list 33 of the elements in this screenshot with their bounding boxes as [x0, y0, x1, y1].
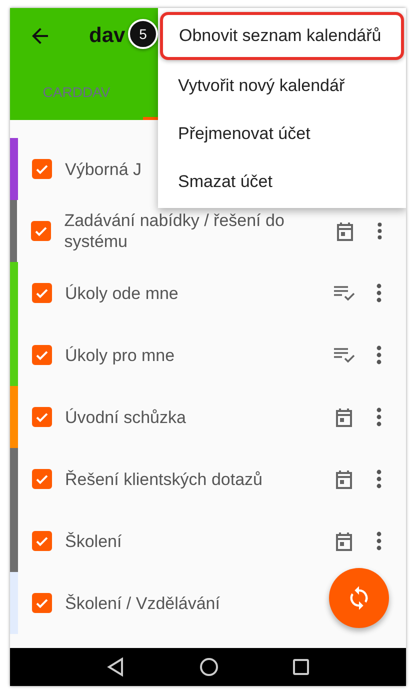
checkbox[interactable] [32, 159, 52, 179]
calendar-name: Úkoly ode mne [65, 282, 178, 304]
calendar-icon [336, 408, 352, 426]
sync-button[interactable] [329, 568, 389, 628]
menu-item[interactable]: Smazat účet [158, 158, 406, 206]
menu-item[interactable]: Vytvořit nový kalendář [158, 62, 406, 110]
calendar-name: Úkoly pro mne [65, 344, 175, 366]
checkbox[interactable] [32, 593, 52, 613]
more-icon[interactable] [376, 467, 382, 491]
calendar-icon [336, 222, 353, 240]
calendar-name: Úvodní schůzka [65, 406, 186, 428]
menu-item[interactable]: Obnovit seznam kalendářů [160, 12, 404, 60]
calendar-name: Výborná J [65, 158, 142, 180]
checkbox[interactable] [32, 531, 52, 551]
calendar-name: Školení [65, 530, 122, 552]
checkbox[interactable] [31, 221, 52, 241]
calendar-name: Zadávání nabídky / řešení do systému [64, 210, 286, 252]
recents-icon[interactable] [292, 658, 310, 676]
menu-item[interactable]: Přejmenovat účet [158, 110, 406, 158]
more-icon[interactable] [376, 343, 382, 367]
calendar-icon [336, 532, 352, 550]
more-icon[interactable] [376, 281, 382, 305]
home-icon[interactable] [198, 657, 219, 677]
calendar-name: Řešení klientských dotazů [65, 468, 262, 490]
checkbox[interactable] [32, 283, 52, 303]
checkbox[interactable] [32, 407, 52, 427]
account-title: dav [89, 24, 126, 48]
checkbox[interactable] [32, 469, 52, 489]
more-icon[interactable] [376, 529, 382, 553]
calendar-icon [336, 470, 352, 488]
more-icon[interactable] [376, 405, 382, 429]
calendar-name: Školení / Vzdělávání [65, 592, 220, 614]
checkbox[interactable] [32, 345, 52, 365]
